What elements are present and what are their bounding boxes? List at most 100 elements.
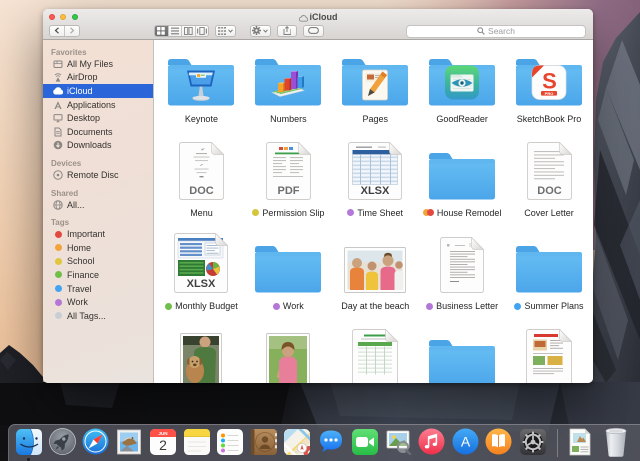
sidebar-item-documents[interactable]: Documents [43, 125, 153, 139]
file-item-numbers[interactable]: Numbers [245, 48, 332, 142]
file-item[interactable] [245, 329, 332, 384]
file-item-keynote[interactable]: Keynote [158, 48, 245, 142]
svg-text:2: 2 [159, 437, 167, 453]
dock-app-store-icon[interactable]: A [452, 428, 479, 455]
file-item-time-sheet[interactable]: XLSX Time Sheet [332, 142, 419, 236]
file-item[interactable] [158, 329, 245, 384]
sidebar-item-work[interactable]: Work [43, 295, 153, 309]
dock-maps-icon[interactable] [284, 428, 311, 455]
file-label: Pages [362, 114, 388, 124]
document-icon: PDF [245, 142, 332, 200]
sidebar-item-desktop[interactable]: Desktop [43, 111, 153, 125]
dock-facetime-icon[interactable] [351, 428, 378, 455]
dock-notes-icon[interactable] [183, 428, 210, 455]
dock-mail-icon[interactable] [116, 428, 143, 455]
sidebar-item-label: AirDrop [67, 72, 98, 82]
document-icon: DOC [506, 142, 593, 200]
sidebar-item-all[interactable]: All... [43, 198, 153, 212]
file-item[interactable] [332, 329, 419, 384]
svg-text:S: S [542, 69, 557, 94]
file-label: Keynote [185, 114, 218, 124]
chevron-left-icon [54, 27, 60, 34]
file-item-work[interactable]: Work [245, 235, 332, 329]
dock-contacts-icon[interactable] [250, 428, 277, 455]
sidebar-item-label: Finance [67, 270, 99, 280]
document-icon: XLSX [332, 142, 419, 200]
sidebar-item-label: iCloud [67, 86, 93, 96]
file-browser-content: Keynote Numbers Pages [154, 40, 593, 383]
file-item-permission-slip[interactable]: PDF Permission Slip [245, 142, 332, 236]
forward-button[interactable] [65, 26, 79, 36]
dock-messages-icon[interactable] [317, 428, 344, 455]
dock-document-icon[interactable] [567, 428, 594, 455]
file-label: Permission Slip [252, 208, 324, 218]
file-item-cover-letter[interactable]: DOC Cover Letter [506, 142, 593, 236]
file-label: Business Letter [426, 301, 498, 311]
sidebar-section-shared: SharedAll... [43, 187, 153, 212]
file-label: Menu [190, 208, 213, 218]
sidebar-section-header: Tags [43, 216, 153, 227]
folder-icon [506, 235, 593, 293]
folder-icon [245, 48, 332, 106]
window-titlebar[interactable]: iCloud [43, 9, 593, 40]
dock-trash-icon[interactable] [603, 428, 630, 455]
icon-view-button[interactable] [155, 26, 169, 36]
column-view-button[interactable] [182, 26, 196, 36]
list-view-icon [171, 27, 179, 35]
file-item-monthly-budget[interactable]: XLSX Monthly Budget [158, 235, 245, 329]
column-view-icon [184, 27, 193, 35]
document-icon [506, 329, 593, 384]
sidebar-item-finance[interactable]: Finance [43, 268, 153, 282]
file-item-day-at-the-beach[interactable]: Day at the beach [332, 235, 419, 329]
dock-reminders-icon[interactable] [217, 428, 244, 455]
sidebar-item-home[interactable]: Home [43, 241, 153, 255]
share-button[interactable] [277, 25, 297, 37]
file-item-business-letter[interactable]: Business Letter [419, 235, 506, 329]
all-my-files-icon [53, 59, 63, 69]
svg-text:JUN: JUN [158, 431, 168, 436]
folder-icon [419, 48, 506, 106]
dock-launchpad-icon[interactable] [49, 428, 76, 455]
file-item-goodreader[interactable]: GoodReader [419, 48, 506, 142]
sidebar-item-all-my-files[interactable]: All My Files [43, 57, 153, 71]
sidebar-item-icloud[interactable]: iCloud [43, 84, 153, 98]
dock-safari-icon[interactable] [82, 428, 109, 455]
sidebar-item-airdrop[interactable]: AirDrop [43, 71, 153, 85]
dock-finder-icon[interactable] [15, 428, 42, 455]
file-item[interactable] [506, 329, 593, 384]
file-item[interactable] [419, 329, 506, 384]
coverflow-view-button[interactable] [196, 26, 209, 36]
dock-system-preferences-icon[interactable] [519, 428, 546, 455]
file-item-sketchbook-pro[interactable]: S PRO SketchBook Pro [506, 48, 593, 142]
back-button[interactable] [50, 26, 65, 36]
sidebar-item-school[interactable]: School [43, 255, 153, 269]
dock-itunes-icon[interactable] [418, 428, 445, 455]
sidebar-item-remote-disc[interactable]: Remote Disc [43, 168, 153, 182]
desktop-screen: iCloud [0, 0, 640, 461]
search-field[interactable]: Search [406, 25, 586, 38]
file-item-house-remodel[interactable]: House Remodel [419, 142, 506, 236]
file-item-summer-plans[interactable]: Summer Plans [506, 235, 593, 329]
sidebar-item-downloads[interactable]: Downloads [43, 139, 153, 153]
tag-color-dot [53, 311, 63, 321]
file-item-pages[interactable]: Pages [332, 48, 419, 142]
arrange-button[interactable] [215, 25, 237, 37]
action-button[interactable] [250, 25, 272, 37]
tag-color-dot [53, 297, 63, 307]
chevron-down-icon [263, 29, 268, 33]
dock-calendar-icon[interactable]: JUN 2 [149, 428, 176, 455]
gear-icon [252, 26, 261, 35]
finder-sidebar: FavoritesAll My FilesAirDropiCloudApplic… [43, 40, 154, 383]
sidebar-item-travel[interactable]: Travel [43, 282, 153, 296]
tags-button[interactable] [303, 25, 325, 37]
file-item-menu[interactable]: DOC Menu [158, 142, 245, 236]
folder-icon [245, 235, 332, 293]
sidebar-item-important[interactable]: Important [43, 227, 153, 241]
sidebar-item-applications[interactable]: Applications [43, 98, 153, 112]
list-view-button[interactable] [169, 26, 183, 36]
svg-text:PDF: PDF [277, 185, 299, 197]
dock-preview-icon[interactable] [385, 428, 412, 455]
window-title: iCloud [43, 12, 593, 22]
dock-ibooks-icon[interactable] [485, 428, 512, 455]
sidebar-item-all-tags[interactable]: All Tags... [43, 309, 153, 323]
